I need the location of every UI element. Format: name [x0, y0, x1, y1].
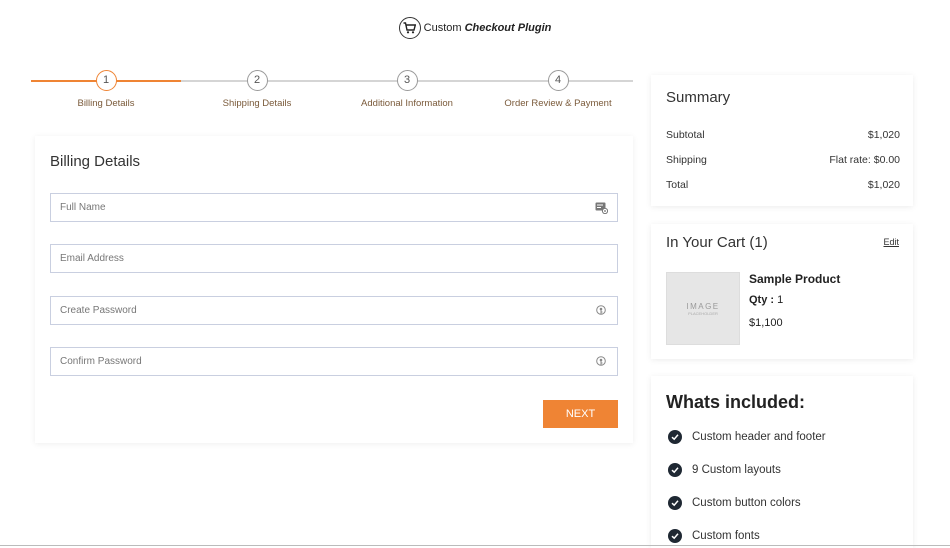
included-item: Custom header and footer: [668, 430, 826, 444]
billing-details-card: Billing Details Full Name Email Address …: [35, 136, 633, 443]
full-name-placeholder: Full Name: [60, 202, 106, 213]
qty-value: 1: [777, 294, 784, 306]
create-password-placeholder: Create Password: [60, 305, 137, 316]
contact-card-icon[interactable]: [594, 201, 608, 215]
summary-label: Subtotal: [666, 129, 705, 141]
step-number: 1: [95, 70, 117, 91]
brand-prefix: Custom: [423, 22, 462, 34]
included-item-label: 9 Custom layouts: [692, 464, 781, 476]
product-qty: Qty : 1: [749, 294, 783, 306]
page-bottom-border: [0, 545, 950, 546]
cart-title: In Your Cart (1): [666, 234, 768, 251]
create-password-input[interactable]: Create Password: [50, 296, 618, 325]
summary-value: Flat rate: $0.00: [829, 154, 900, 166]
logo[interactable]: Custom Checkout Plugin: [398, 17, 552, 39]
qty-label: Qty :: [749, 294, 775, 306]
email-input[interactable]: Email Address: [50, 244, 618, 273]
header: Custom Checkout Plugin: [0, 14, 950, 42]
step-billing-details[interactable]: 1 Billing Details: [31, 70, 181, 109]
confirm-password-placeholder: Confirm Password: [60, 356, 142, 367]
next-button[interactable]: NEXT: [543, 400, 618, 428]
included-item-label: Custom button colors: [692, 497, 801, 509]
summary-value: $1,020: [867, 179, 900, 191]
key-icon[interactable]: [594, 304, 608, 318]
step-label: Order Review & Payment: [504, 98, 612, 109]
summary-label: Total: [666, 179, 689, 191]
summary-row-shipping: Shipping Flat rate: $0.00: [666, 154, 900, 166]
summary-title: Summary: [666, 89, 731, 106]
shopping-cart-icon: [398, 17, 421, 39]
brand-name: Checkout Plugin: [464, 22, 552, 34]
check-circle-icon: [668, 529, 682, 543]
product-image[interactable]: IMAGE PLACEHOLDER: [666, 272, 740, 345]
image-placeholder-text: IMAGE: [686, 301, 720, 311]
check-circle-icon: [668, 496, 682, 510]
check-circle-icon: [668, 430, 682, 444]
step-additional-information[interactable]: 3 Additional Information: [332, 70, 482, 109]
step-number: 3: [396, 70, 418, 91]
check-circle-icon: [668, 463, 682, 477]
step-order-review-payment[interactable]: 4 Order Review & Payment: [483, 70, 633, 109]
step-number: 2: [246, 70, 268, 91]
full-name-input[interactable]: Full Name: [50, 193, 618, 222]
included-item-label: Custom header and footer: [692, 431, 826, 443]
summary-row-total: Total $1,020: [666, 179, 900, 191]
edit-cart-link[interactable]: Edit: [883, 237, 899, 247]
whats-included-card: Whats included: Custom header and footer…: [651, 376, 913, 548]
included-item: Custom fonts: [668, 529, 760, 543]
cart-card: In Your Cart (1) Edit IMAGE PLACEHOLDER …: [651, 224, 913, 359]
product-price: $1,100: [749, 317, 783, 329]
included-item-label: Custom fonts: [692, 530, 760, 542]
product-name[interactable]: Sample Product: [749, 272, 840, 286]
included-title: Whats included:: [666, 392, 805, 412]
summary-value: $1,020: [867, 129, 900, 141]
checkout-stepper: 1 Billing Details 2 Shipping Details 3 A…: [31, 70, 633, 114]
key-icon[interactable]: [594, 355, 608, 369]
step-label: Billing Details: [77, 98, 135, 109]
confirm-password-input[interactable]: Confirm Password: [50, 347, 618, 376]
step-shipping-details[interactable]: 2 Shipping Details: [182, 70, 332, 109]
step-number: 4: [547, 70, 569, 91]
included-item: Custom button colors: [668, 496, 801, 510]
image-placeholder-subtext: PLACEHOLDER: [688, 310, 718, 316]
billing-title: Billing Details: [50, 153, 141, 170]
step-label: Additional Information: [361, 98, 453, 109]
summary-card: Summary Subtotal $1,020 Shipping Flat ra…: [651, 75, 913, 206]
summary-row-subtotal: Subtotal $1,020: [666, 129, 900, 141]
included-item: 9 Custom layouts: [668, 463, 781, 477]
summary-label: Shipping: [666, 154, 707, 166]
step-label: Shipping Details: [222, 98, 292, 109]
email-placeholder: Email Address: [60, 253, 124, 264]
